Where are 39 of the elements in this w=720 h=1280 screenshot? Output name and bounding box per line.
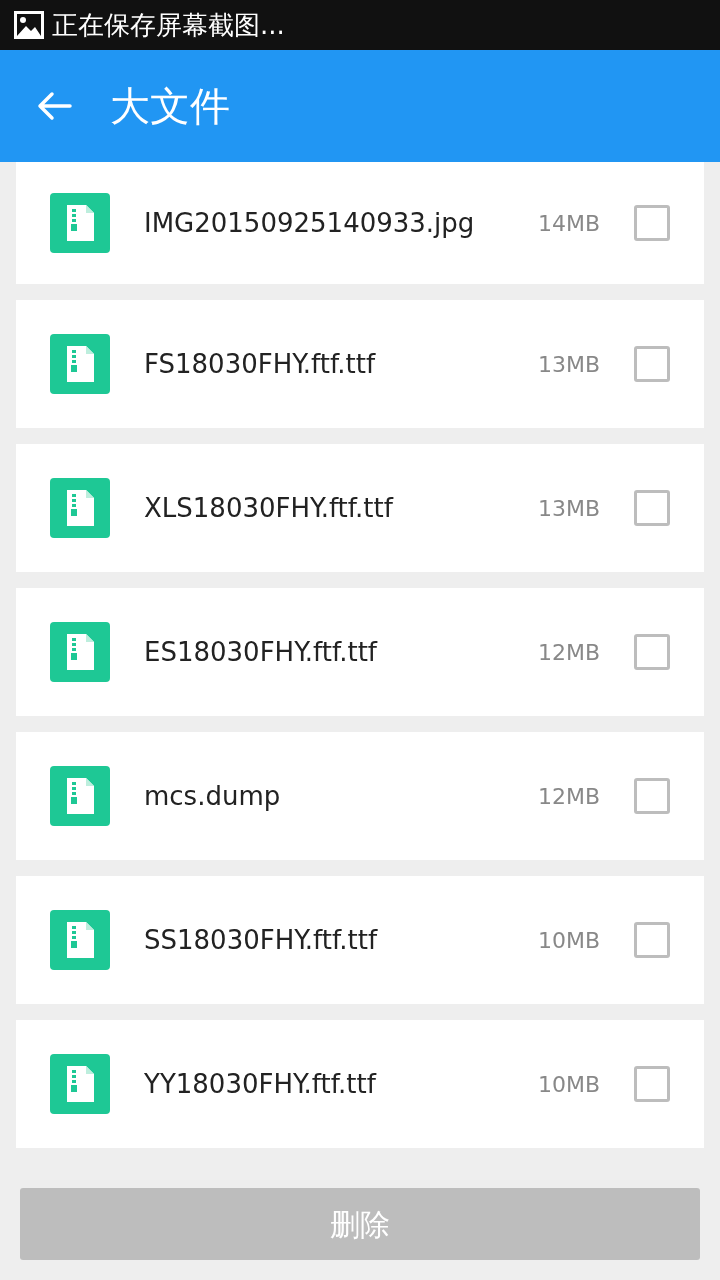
file-size: 12MB	[537, 638, 600, 667]
file-size: 13MB	[537, 350, 600, 379]
file-name: XLS18030FHY.ftf.ttf	[144, 491, 395, 525]
file-row[interactable]: FS18030FHY.ftf.ttf 13MB	[16, 300, 704, 428]
file-row[interactable]: IMG20150925140933.jpg 14MB	[16, 162, 704, 284]
file-icon	[50, 334, 110, 394]
checkbox[interactable]	[634, 490, 670, 526]
checkbox[interactable]	[634, 205, 670, 241]
file-icon	[50, 766, 110, 826]
file-icon	[50, 1054, 110, 1114]
file-size: 10MB	[537, 926, 600, 955]
file-row[interactable]: YY18030FHY.ftf.ttf 10MB	[16, 1020, 704, 1148]
file-size: 13MB	[537, 494, 600, 523]
file-row[interactable]: ES18030FHY.ftf.ttf 12MB	[16, 588, 704, 716]
checkbox[interactable]	[634, 778, 670, 814]
file-icon	[50, 478, 110, 538]
file-name: IMG20150925140933.jpg	[144, 206, 476, 240]
file-name: mcs.dump	[144, 779, 282, 813]
file-name: YY18030FHY.ftf.ttf	[144, 1067, 378, 1101]
checkbox[interactable]	[634, 346, 670, 382]
file-row[interactable]: mcs.dump 12MB	[16, 732, 704, 860]
back-button[interactable]	[36, 91, 72, 121]
notification-text: 正在保存屏幕截图...	[52, 8, 285, 42]
checkbox[interactable]	[634, 634, 670, 670]
checkbox[interactable]	[634, 1066, 670, 1102]
file-icon	[50, 910, 110, 970]
file-size: 12MB	[537, 782, 600, 811]
file-icon	[50, 193, 110, 253]
screen-title: 大文件	[110, 82, 230, 131]
file-row[interactable]: XLS18030FHY.ftf.ttf 13MB	[16, 444, 704, 572]
file-name: ES18030FHY.ftf.ttf	[144, 635, 379, 669]
checkbox[interactable]	[634, 922, 670, 958]
file-name: FS18030FHY.ftf.ttf	[144, 347, 377, 381]
file-icon	[50, 622, 110, 682]
image-icon	[14, 11, 44, 39]
file-size: 14MB	[537, 209, 600, 238]
file-row[interactable]: SS18030FHY.ftf.ttf 10MB	[16, 876, 704, 1004]
file-name: SS18030FHY.ftf.ttf	[144, 923, 379, 957]
file-size: 10MB	[537, 1070, 600, 1099]
